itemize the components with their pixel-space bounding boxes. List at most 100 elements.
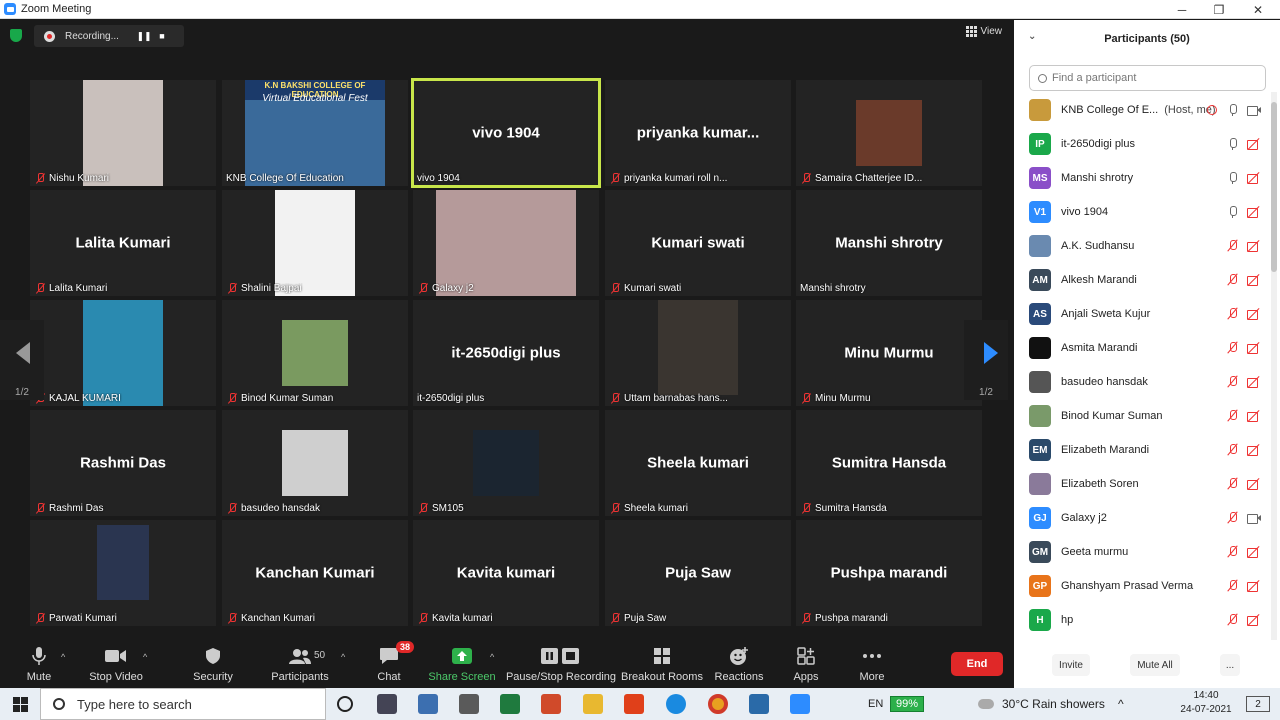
video-tile[interactable]: Manshi shrotry Manshi shrotry bbox=[796, 190, 982, 296]
video-tile[interactable]: Parwati Kumari bbox=[30, 520, 216, 626]
participant-row[interactable]: KNB College Of E... (Host, me) bbox=[1014, 93, 1270, 127]
participant-list-scrollbar[interactable] bbox=[1271, 92, 1277, 640]
notifications-icon[interactable]: 2 bbox=[1246, 696, 1270, 712]
video-off-icon[interactable] bbox=[1247, 546, 1261, 558]
collapse-chevron-icon[interactable]: ⌄ bbox=[1028, 31, 1036, 42]
video-off-icon[interactable] bbox=[1247, 274, 1261, 286]
view-button[interactable]: View bbox=[965, 26, 1002, 37]
video-off-icon[interactable] bbox=[1247, 410, 1261, 422]
video-off-icon[interactable] bbox=[1247, 376, 1261, 388]
audio-options-caret[interactable]: ^ bbox=[61, 652, 65, 662]
video-tile[interactable]: Shalini Bajpai bbox=[222, 190, 408, 296]
muted-mic-icon[interactable] bbox=[1226, 478, 1240, 490]
participant-row[interactable]: GP Ghanshyam Prasad Verma bbox=[1014, 569, 1270, 603]
stop-recording-button[interactable]: ■ bbox=[153, 27, 171, 45]
muted-mic-icon[interactable] bbox=[1226, 274, 1240, 286]
participant-row[interactable]: AM Alkesh Marandi bbox=[1014, 263, 1270, 297]
cortana-icon[interactable] bbox=[337, 696, 353, 712]
video-tile[interactable]: Binod Kumar Suman bbox=[222, 300, 408, 406]
end-meeting-button[interactable]: End bbox=[951, 652, 1003, 676]
taskbar-app-icon-2[interactable] bbox=[541, 694, 561, 714]
participant-row[interactable]: GJ Galaxy j2 bbox=[1014, 501, 1270, 535]
video-options-caret[interactable]: ^ bbox=[143, 652, 147, 662]
video-tile[interactable]: KAJAL KUMARI bbox=[30, 300, 216, 406]
muted-mic-icon[interactable] bbox=[1226, 376, 1240, 388]
video-tile[interactable]: basudeo hansdak bbox=[222, 410, 408, 516]
next-page-button[interactable]: 1/2 bbox=[964, 320, 1008, 400]
muted-mic-icon[interactable] bbox=[1226, 444, 1240, 456]
participant-row[interactable]: V1 vivo 1904 bbox=[1014, 195, 1270, 229]
video-tile[interactable]: priyanka kumar... priyanka kumari roll n.… bbox=[605, 80, 791, 186]
video-tile[interactable]: vivo 1904 vivo 1904 bbox=[411, 78, 601, 188]
participant-row[interactable]: Asmita Marandi bbox=[1014, 331, 1270, 365]
video-off-icon[interactable] bbox=[1247, 342, 1261, 354]
video-camera-icon[interactable] bbox=[1247, 104, 1261, 116]
stop-video-button[interactable]: Stop Video bbox=[89, 640, 143, 688]
pause-stop-recording-button[interactable]: Pause/Stop Recording bbox=[506, 640, 616, 688]
taskbar-app-icon-1[interactable] bbox=[418, 694, 438, 714]
participant-row[interactable]: EM Elizabeth Marandi bbox=[1014, 433, 1270, 467]
participant-row[interactable]: Hhp bbox=[1014, 603, 1270, 637]
video-off-icon[interactable] bbox=[1247, 614, 1261, 626]
muted-mic-icon[interactable] bbox=[1226, 580, 1240, 592]
video-tile[interactable]: Puja Saw Puja Saw bbox=[605, 520, 791, 626]
microphone-icon[interactable] bbox=[1226, 172, 1240, 184]
encryption-shield-icon[interactable] bbox=[10, 29, 22, 42]
video-tile[interactable]: K.N BAKSHI COLLEGE OF EDUCATION Virtual E… bbox=[222, 80, 408, 186]
office-icon[interactable] bbox=[624, 694, 644, 714]
video-tile[interactable]: it-2650digi plus it-2650digi plus bbox=[413, 300, 599, 406]
video-camera-icon[interactable] bbox=[1247, 512, 1261, 524]
panel-more-button[interactable]: ... bbox=[1220, 654, 1240, 676]
battery-indicator[interactable]: 99% bbox=[890, 688, 925, 720]
zoom-taskbar-icon[interactable] bbox=[790, 694, 810, 714]
reactions-button[interactable]: Reactions bbox=[715, 640, 763, 688]
video-tile[interactable]: Galaxy j2 bbox=[413, 190, 599, 296]
taskbar-clock[interactable]: 14:40 24-07-2021 bbox=[1178, 689, 1234, 717]
video-off-icon[interactable] bbox=[1247, 444, 1261, 456]
share-screen-button[interactable]: Share Screen bbox=[428, 640, 496, 688]
pause-recording-button[interactable]: ❚❚ bbox=[135, 27, 153, 45]
video-tile[interactable]: Kanchan Kumari Kanchan Kumari bbox=[222, 520, 408, 626]
video-off-icon[interactable] bbox=[1247, 172, 1261, 184]
invite-button[interactable]: Invite bbox=[1052, 654, 1090, 676]
video-off-icon[interactable] bbox=[1247, 240, 1261, 252]
task-view-icon[interactable] bbox=[377, 694, 397, 714]
mute-all-button[interactable]: Mute All bbox=[1130, 654, 1180, 676]
previous-page-button[interactable]: 1/2 bbox=[0, 320, 44, 400]
video-tile[interactable]: Samaira Chatterjee ID... bbox=[796, 80, 982, 186]
language-indicator[interactable]: EN bbox=[868, 688, 883, 720]
video-off-icon[interactable] bbox=[1247, 478, 1261, 490]
excel-icon[interactable] bbox=[500, 694, 520, 714]
video-tile[interactable]: Nishu Kumari bbox=[30, 80, 216, 186]
participant-row[interactable]: Elizabeth Soren bbox=[1014, 467, 1270, 501]
microphone-icon[interactable] bbox=[1226, 206, 1240, 218]
tray-chevron-icon[interactable]: ^ bbox=[1118, 688, 1124, 720]
video-tile[interactable]: Sheela kumari Sheela kumari bbox=[605, 410, 791, 516]
breakout-rooms-button[interactable]: Breakout Rooms bbox=[621, 640, 703, 688]
muted-mic-icon[interactable] bbox=[1226, 240, 1240, 252]
maximize-button[interactable]: ❐ bbox=[1199, 0, 1239, 19]
video-tile[interactable]: Kumari swati Kumari swati bbox=[605, 190, 791, 296]
apps-button[interactable]: Apps bbox=[792, 640, 820, 688]
participants-button[interactable]: Participants bbox=[271, 640, 329, 688]
participant-row[interactable]: MS Manshi shrotry bbox=[1014, 161, 1270, 195]
video-tile[interactable]: Minu Murmu Minu Murmu bbox=[796, 300, 982, 406]
microphone-icon[interactable] bbox=[1226, 104, 1240, 116]
more-button[interactable]: More bbox=[857, 640, 887, 688]
video-tile[interactable]: Uttam barnabas hans... bbox=[605, 300, 791, 406]
participant-row[interactable]: AS Anjali Sweta Kujur bbox=[1014, 297, 1270, 331]
edge-icon[interactable] bbox=[666, 694, 686, 714]
muted-mic-icon[interactable] bbox=[1226, 342, 1240, 354]
file-explorer-icon[interactable] bbox=[583, 694, 603, 714]
muted-mic-icon[interactable] bbox=[1226, 546, 1240, 558]
mute-button[interactable]: Mute bbox=[24, 640, 54, 688]
video-tile[interactable]: SM105 bbox=[413, 410, 599, 516]
participant-row[interactable]: Binod Kumar Suman bbox=[1014, 399, 1270, 433]
video-off-icon[interactable] bbox=[1247, 206, 1261, 218]
participant-row[interactable]: A.K. Sudhansu bbox=[1014, 229, 1270, 263]
muted-mic-icon[interactable] bbox=[1226, 512, 1240, 524]
muted-mic-icon[interactable] bbox=[1226, 410, 1240, 422]
video-tile[interactable]: Lalita Kumari Lalita Kumari bbox=[30, 190, 216, 296]
muted-mic-icon[interactable] bbox=[1226, 308, 1240, 320]
video-tile[interactable]: Kavita kumari Kavita kumari bbox=[413, 520, 599, 626]
